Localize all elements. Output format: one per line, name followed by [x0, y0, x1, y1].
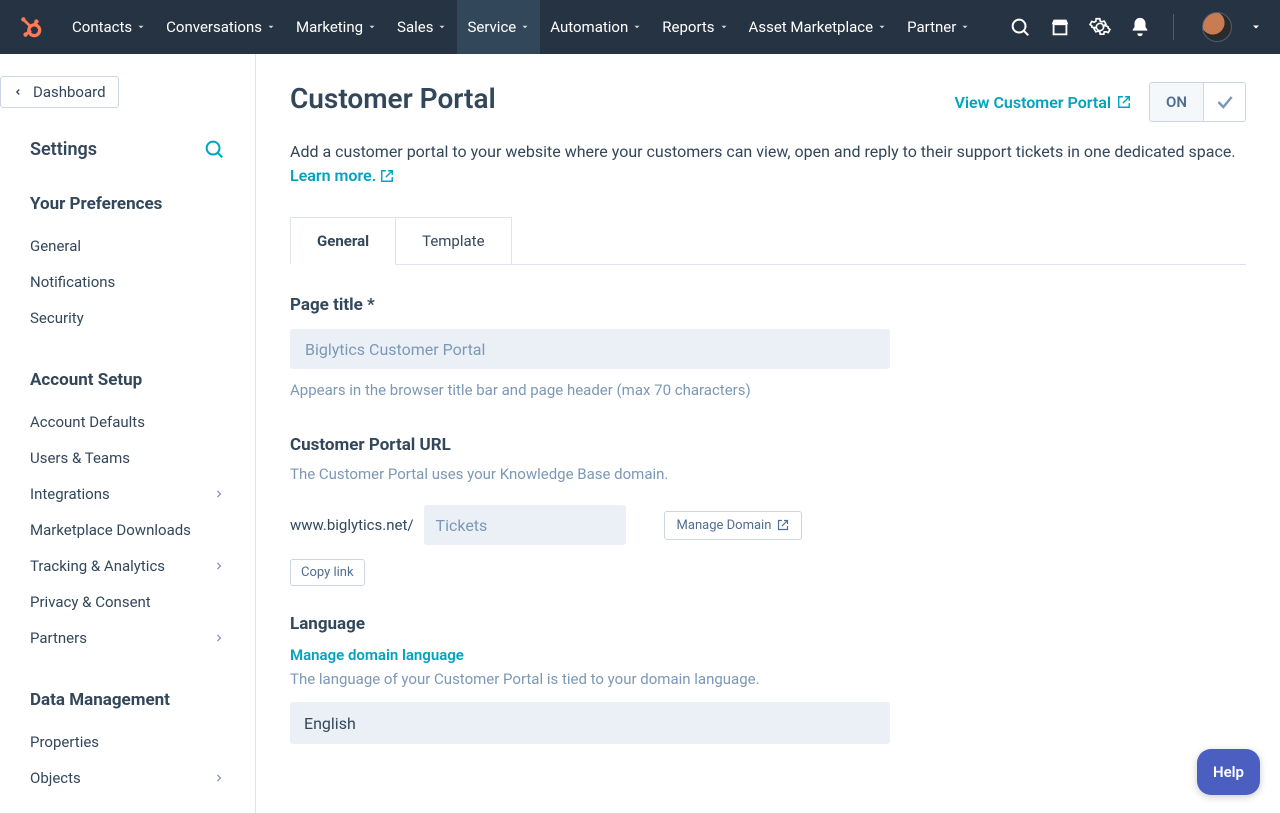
chevron-down-icon: [719, 22, 729, 32]
sidebar-item-integrations[interactable]: Integrations: [30, 476, 225, 512]
top-nav: ContactsConversationsMarketingSalesServi…: [0, 0, 1280, 54]
nav-contacts[interactable]: Contacts: [62, 0, 156, 54]
chevron-down-icon: [437, 22, 447, 32]
chevron-down-icon: [136, 22, 146, 32]
view-link-label: View Customer Portal: [955, 93, 1112, 112]
sidebar-item-privacy-consent[interactable]: Privacy & Consent: [30, 584, 225, 620]
tabs: GeneralTemplate: [290, 216, 1246, 265]
tab-template[interactable]: Template: [396, 217, 511, 265]
chevron-down-icon: [877, 22, 887, 32]
external-link-icon: [777, 519, 789, 531]
toggle-on-label: ON: [1149, 82, 1204, 122]
external-link-icon: [380, 169, 394, 183]
manage-domain-button[interactable]: Manage Domain: [664, 511, 803, 540]
nav-asset-marketplace[interactable]: Asset Marketplace: [739, 0, 898, 54]
back-to-dashboard[interactable]: Dashboard: [0, 76, 119, 108]
toggle-check-icon: [1204, 82, 1246, 122]
notifications-icon[interactable]: [1129, 16, 1151, 38]
url-heading: Customer Portal URL: [290, 435, 1246, 455]
page-title: Customer Portal: [290, 82, 496, 115]
copy-link-button[interactable]: Copy link: [290, 559, 365, 586]
language-select[interactable]: English: [290, 702, 890, 744]
page-title-label: Page title *: [290, 295, 1246, 315]
url-sub: The Customer Portal uses your Knowledge …: [290, 465, 1246, 483]
settings-icon[interactable]: [1089, 16, 1111, 38]
page-title-input[interactable]: Biglytics Customer Portal: [290, 329, 890, 369]
manage-domain-language-link[interactable]: Manage domain language: [290, 646, 464, 664]
settings-search-icon[interactable]: [203, 138, 225, 160]
nav-conversations[interactable]: Conversations: [156, 0, 286, 54]
account-menu-caret[interactable]: [1250, 21, 1262, 33]
sidebar-heading: Account Setup: [30, 370, 225, 390]
sidebar-item-tracking-analytics[interactable]: Tracking & Analytics: [30, 548, 225, 584]
chevron-down-icon: [632, 22, 642, 32]
sidebar-item-general[interactable]: General: [30, 228, 225, 264]
settings-heading: Settings: [30, 139, 97, 160]
url-prefix: www.biglytics.net/: [290, 516, 414, 534]
tab-general[interactable]: General: [290, 217, 396, 265]
back-label: Dashboard: [33, 83, 106, 101]
learn-more-link[interactable]: Learn more.: [290, 164, 394, 188]
settings-sidebar: Dashboard Settings Your Preferences Gener…: [0, 54, 256, 813]
nav-partner[interactable]: Partner: [897, 0, 980, 54]
search-icon[interactable]: [1009, 16, 1031, 38]
chevron-down-icon: [520, 22, 530, 32]
sidebar-item-security[interactable]: Security: [30, 300, 225, 336]
help-button[interactable]: Help: [1197, 749, 1260, 795]
sidebar-item-account-defaults[interactable]: Account Defaults: [30, 404, 225, 440]
nav-automation[interactable]: Automation: [540, 0, 652, 54]
chevron-right-icon: [213, 560, 225, 572]
sidebar-item-partners[interactable]: Partners: [30, 620, 225, 656]
view-customer-portal-link[interactable]: View Customer Portal: [955, 93, 1132, 112]
chevron-down-icon: [960, 22, 970, 32]
marketplace-icon[interactable]: [1049, 16, 1071, 38]
nav-divider: [1173, 14, 1174, 40]
sidebar-heading: Data Management: [30, 690, 225, 710]
external-link-icon: [1117, 95, 1131, 109]
chevron-right-icon: [213, 488, 225, 500]
language-sub: The language of your Customer Portal is …: [290, 670, 1246, 688]
chevron-right-icon: [213, 632, 225, 644]
portal-toggle[interactable]: ON: [1149, 82, 1246, 122]
chevron-left-icon: [13, 87, 23, 97]
nav-sales[interactable]: Sales: [387, 0, 457, 54]
sidebar-item-notifications[interactable]: Notifications: [30, 264, 225, 300]
sidebar-item-marketplace-downloads[interactable]: Marketplace Downloads: [30, 512, 225, 548]
sidebar-item-properties[interactable]: Properties: [30, 724, 225, 760]
chevron-down-icon: [367, 22, 377, 32]
chevron-right-icon: [213, 772, 225, 784]
nav-service[interactable]: Service: [457, 0, 540, 54]
sidebar-item-objects[interactable]: Objects: [30, 760, 225, 796]
language-heading: Language: [290, 614, 1246, 634]
user-avatar[interactable]: [1202, 12, 1232, 42]
chevron-down-icon: [266, 22, 276, 32]
sidebar-heading: Your Preferences: [30, 194, 225, 214]
nav-reports[interactable]: Reports: [652, 0, 738, 54]
main-content: Customer Portal View Customer Portal ON …: [256, 54, 1280, 813]
hubspot-logo[interactable]: [18, 14, 44, 40]
page-title-help: Appears in the browser title bar and pag…: [290, 381, 1246, 399]
url-slug-input[interactable]: Tickets: [424, 505, 626, 545]
nav-items: ContactsConversationsMarketingSalesServi…: [62, 0, 980, 54]
nav-marketing[interactable]: Marketing: [286, 0, 387, 54]
page-description: Add a customer portal to your website wh…: [290, 140, 1246, 188]
sidebar-item-users-teams[interactable]: Users & Teams: [30, 440, 225, 476]
